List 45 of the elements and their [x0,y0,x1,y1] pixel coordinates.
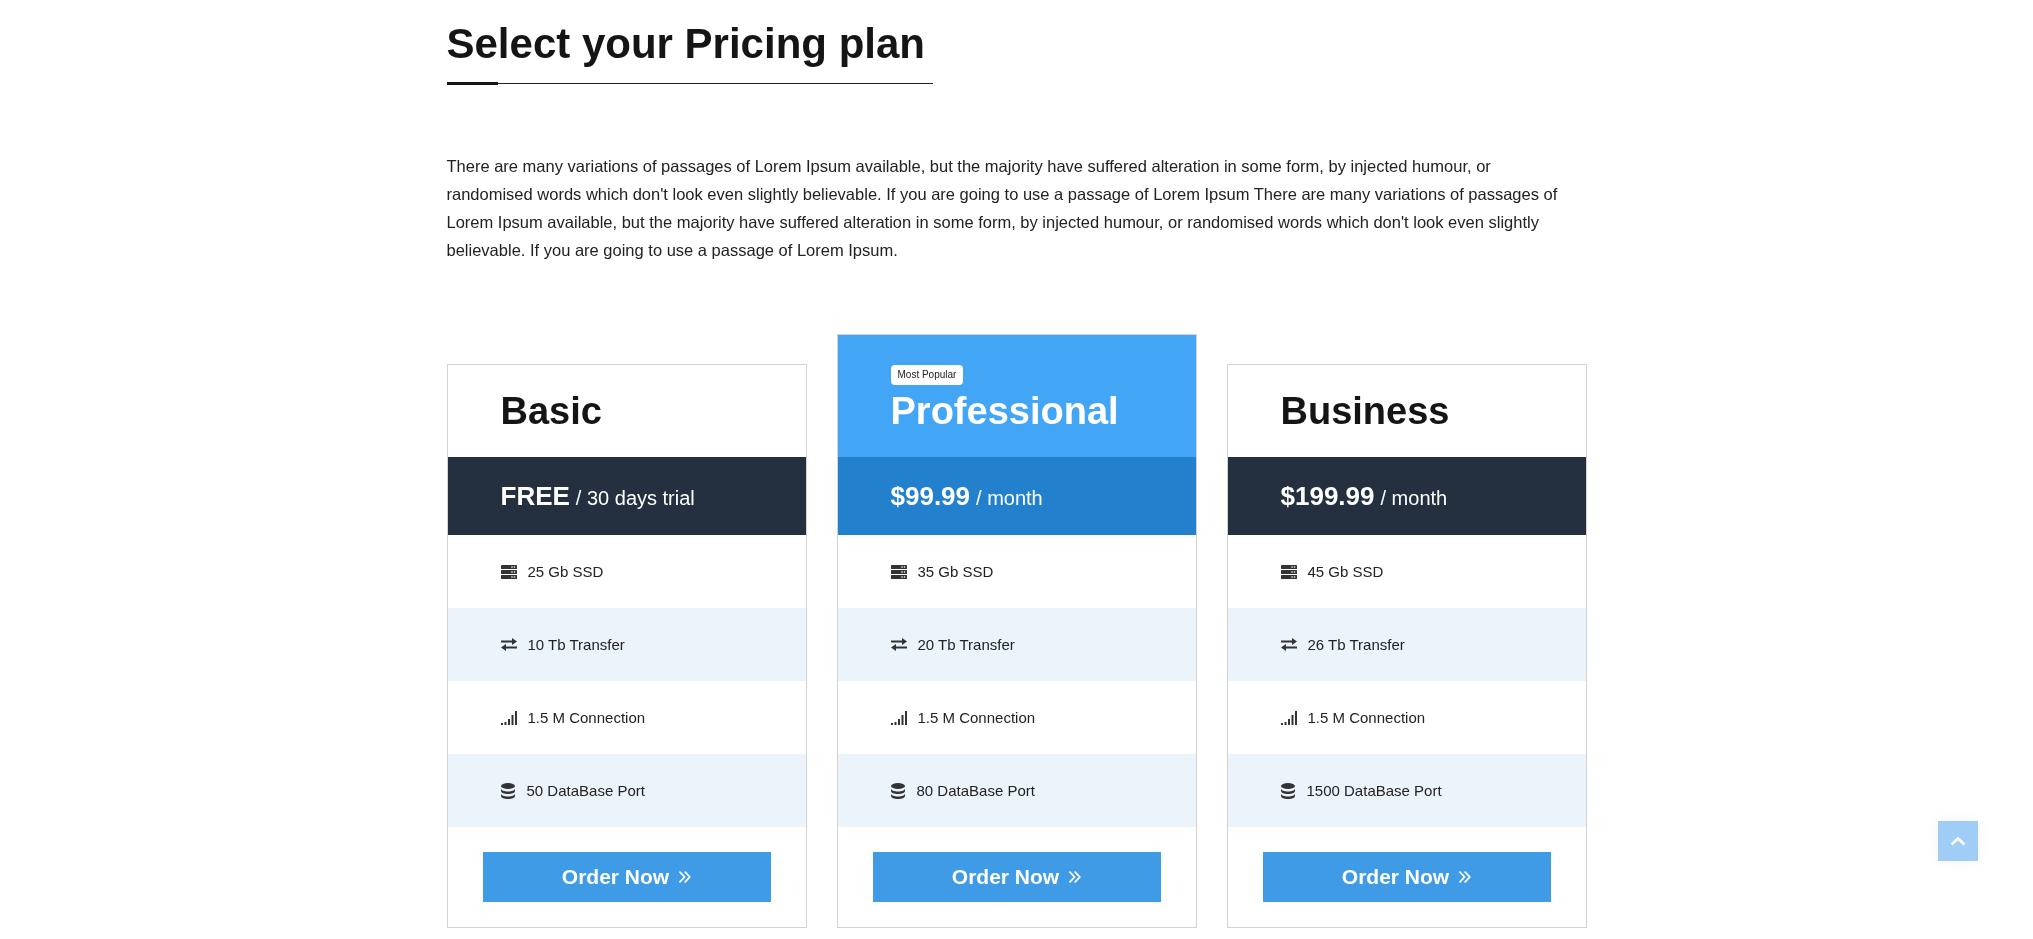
double-chevron-icon [679,871,692,883]
plan-price: $99.99 [890,481,971,511]
feature-text: 45 Gb SSD [1307,563,1384,580]
feature-text: 1.5 M Connection [917,709,1036,726]
database-icon [890,782,905,799]
plan-price: $199.99 [1280,481,1375,511]
database-icon [500,782,515,799]
double-chevron-icon [1069,871,1082,883]
popular-badge: Most Popular [890,365,964,385]
plan-name: Business [1280,389,1450,434]
server-icon [1280,564,1297,579]
swap-arrows-icon [500,638,517,651]
server-icon [890,564,907,579]
signal-bars-icon [1280,710,1297,725]
feature-text: 1.5 M Connection [527,709,646,726]
price-period: / 30 days trial [575,487,695,509]
page-title: Select your Pricing plan [446,19,926,69]
order-button[interactable]: Order Now [482,852,771,902]
feature-text: 80 DataBase Port [916,782,1035,799]
feature-text: 20 Tb Transfer [917,636,1015,653]
chevron-up-icon [1950,836,1966,846]
signal-bars-icon [500,710,517,725]
plan-name: Professional [890,389,1119,434]
price-period: / month [1380,487,1448,509]
title-accent-bar [446,82,498,85]
feature-text: 25 Gb SSD [527,563,604,580]
double-chevron-icon [1459,871,1472,883]
feature-text: 1.5 M Connection [1307,709,1426,726]
feature-text: 35 Gb SSD [917,563,994,580]
swap-arrows-icon [1280,638,1297,651]
feature-text: 26 Tb Transfer [1307,636,1405,653]
database-icon [1280,782,1295,799]
feature-text: 1500 DataBase Port [1306,782,1442,799]
plan-name: Basic [500,389,602,434]
plan-price: FREE [500,481,570,511]
order-button[interactable]: Order Now [872,852,1161,902]
intro-paragraph: There are many variations of passages of Lorem Ipsum available, but the majority have suffered alteration in some form, by injected humour, or randomised words which don't look even slightly believable. If you are going to use a passage of Lorem Ipsum There are many variations of passages of Lorem Ipsum available, but the majority have suffered alteration in some form, by injected humour, or randomised words which don't look even slightly believable. If you are going to use a passage of Lorem Ipsum. [446,156,1559,261]
swap-arrows-icon [890,638,907,651]
server-icon [500,564,517,579]
order-button[interactable]: Order Now [1262,852,1551,902]
scroll-to-top-button[interactable] [1938,821,1978,861]
feature-text: 50 DataBase Port [526,782,645,799]
feature-text: 10 Tb Transfer [527,636,625,653]
signal-bars-icon [890,710,907,725]
price-period: / month [976,487,1043,509]
